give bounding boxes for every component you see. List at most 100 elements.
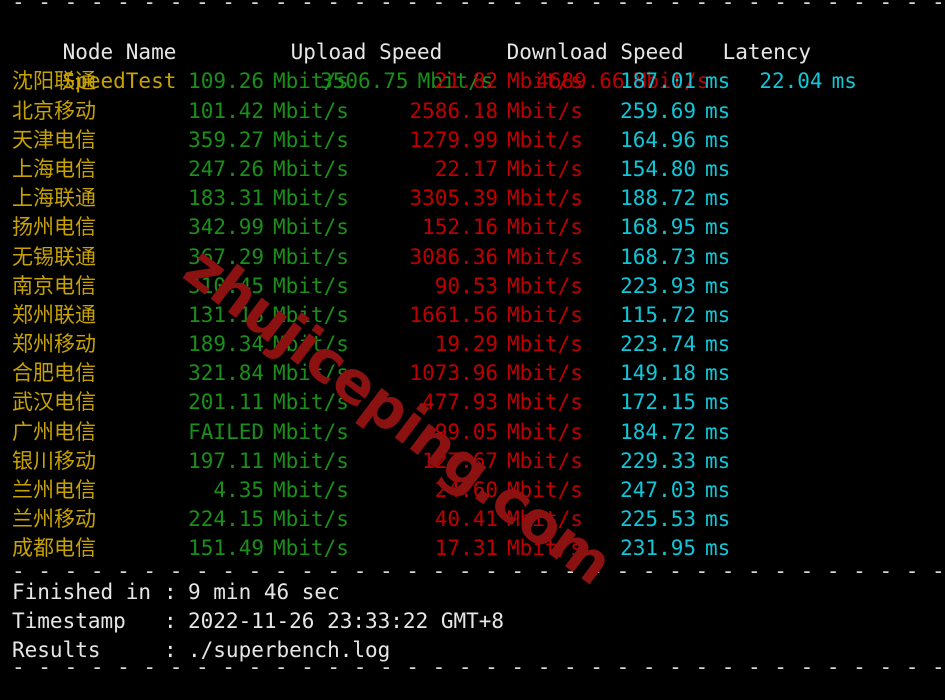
download-speed-value: 21.82 xyxy=(434,69,498,94)
download-speed: 22.17 Mbit/s xyxy=(380,155,596,184)
upload-speed: 4.35 Mbit/s xyxy=(164,476,380,505)
latency-unit: ms xyxy=(705,448,731,473)
node-name-cell: 兰州移动 xyxy=(12,507,96,532)
latency-value: 164.96 xyxy=(620,127,696,152)
download-speed: 40.41 Mbit/s xyxy=(380,505,596,534)
upload-speed-value: 131.18 xyxy=(188,302,264,327)
upload-speed-value: 151.49 xyxy=(188,536,264,561)
latency: 223.93 ms xyxy=(596,272,756,301)
footer-row: Timestamp:2022-11-26 23:33:22 GMT+8 xyxy=(0,607,945,636)
latency-unit: ms xyxy=(705,419,731,444)
speed-unit: Mbit/s xyxy=(507,361,583,386)
node-name-cell: 南京电信 xyxy=(12,273,96,298)
speed-unit: Mbit/s xyxy=(507,98,583,123)
speed-unit: Mbit/s xyxy=(273,127,349,152)
footer-colon: : xyxy=(164,579,177,604)
upload-speed-value: 201.11 xyxy=(188,390,264,415)
speed-unit: Mbit/s xyxy=(273,302,349,327)
download-speed-value: 1073.96 xyxy=(409,361,498,386)
download-speed-value: 3086.36 xyxy=(409,244,498,269)
speed-unit: Mbit/s xyxy=(273,332,349,357)
download-speed-value: 40.41 xyxy=(434,507,498,532)
upload-speed: 224.15 Mbit/s xyxy=(164,505,380,534)
latency: 231.95 ms xyxy=(596,534,756,563)
footer-colon: : xyxy=(164,608,177,633)
table-row: 天津电信 359.27 Mbit/s 1279.99 Mbit/s 164.96 ms xyxy=(0,126,945,155)
download-speed-value: 90.53 xyxy=(434,273,498,298)
speed-unit: Mbit/s xyxy=(273,507,349,532)
latency: 172.15 ms xyxy=(596,388,756,417)
download-speed-value: 477.93 xyxy=(422,390,498,415)
latency: 187.01 ms xyxy=(596,67,756,96)
footer-value: 9 min 46 sec xyxy=(188,579,340,604)
download-speed: 1073.96 Mbit/s xyxy=(380,359,596,388)
table-row: 广州电信 FAILED Mbit/s 99.05 Mbit/s 184.72 ms xyxy=(0,418,945,447)
upload-speed-value: 197.11 xyxy=(188,448,264,473)
download-speed-value: 99.05 xyxy=(434,419,498,444)
latency: 247.03 ms xyxy=(596,476,756,505)
latency-unit: ms xyxy=(705,536,731,561)
node-name-cell: 成都电信 xyxy=(12,536,96,561)
latency-unit: ms xyxy=(705,98,731,123)
speed-unit: Mbit/s xyxy=(507,186,583,211)
upload-speed-value: 109.26 xyxy=(188,69,264,94)
download-speed-value: 22.17 xyxy=(434,156,498,181)
upload-speed-value: 367.29 xyxy=(188,244,264,269)
latency-value: 231.95 xyxy=(620,536,696,561)
latency: 184.72 ms xyxy=(596,418,756,447)
latency: 168.73 ms xyxy=(596,243,756,272)
summary-footer: Finished in:9 min 46 sec Timestamp:2022-1… xyxy=(0,578,945,666)
download-speed: 90.53 Mbit/s xyxy=(380,272,596,301)
footer-row: Finished in:9 min 46 sec xyxy=(0,578,945,607)
table-row: 郑州移动 189.34 Mbit/s 19.29 Mbit/s 223.74 ms xyxy=(0,330,945,359)
node-name-cell: 上海联通 xyxy=(12,186,96,211)
latency-unit: ms xyxy=(705,127,731,152)
latency-value: 172.15 xyxy=(620,390,696,415)
footer-colon: : xyxy=(164,637,177,662)
latency-value: 168.95 xyxy=(620,215,696,240)
separator-middle: - - - - - - - - - - - - - - - - - - - - … xyxy=(12,563,945,578)
latency: 223.74 ms xyxy=(596,330,756,359)
upload-speed-value: 359.27 xyxy=(188,127,264,152)
table-row: 沈阳联通 109.26 Mbit/s 21.82 Mbit/s 187.01 ms xyxy=(0,67,945,96)
latency-unit: ms xyxy=(705,361,731,386)
latency-value: 188.72 xyxy=(620,186,696,211)
speed-unit: Mbit/s xyxy=(507,390,583,415)
upload-speed-value: 189.34 xyxy=(188,332,264,357)
node-name-cell: 北京移动 xyxy=(12,98,96,123)
latency-unit: ms xyxy=(705,273,731,298)
download-speed: 3305.39 Mbit/s xyxy=(380,184,596,213)
speed-unit: Mbit/s xyxy=(273,361,349,386)
upload-speed: 109.26 Mbit/s xyxy=(164,67,380,96)
latency-unit: ms xyxy=(705,478,731,502)
upload-speed-value: 183.31 xyxy=(188,186,264,211)
download-speed-value: 152.16 xyxy=(422,215,498,240)
speed-unit: Mbit/s xyxy=(273,98,349,123)
table-row: 郑州联通 131.18 Mbit/s 1661.56 Mbit/s 115.72 ms xyxy=(0,301,945,330)
speed-unit: Mbit/s xyxy=(273,156,349,181)
node-name-cell: 沈阳联通 xyxy=(12,69,96,94)
speed-unit: Mbit/s xyxy=(273,215,349,240)
table-row: 南京电信 310.45 Mbit/s 90.53 Mbit/s 223.93 ms xyxy=(0,272,945,301)
download-speed-value: 3305.39 xyxy=(409,186,498,211)
table-row: 银川移动 197.11 Mbit/s 127.67 Mbit/s 229.33 ms xyxy=(0,447,945,476)
upload-speed-value: 310.45 xyxy=(188,273,264,298)
latency: 259.69 ms xyxy=(596,97,756,126)
node-name-cell: 兰州电信 xyxy=(12,478,96,502)
node-name-cell: 合肥电信 xyxy=(12,361,96,386)
upload-speed: 321.84 Mbit/s xyxy=(164,359,380,388)
download-speed-value: 19.29 xyxy=(434,332,498,357)
speed-unit: Mbit/s xyxy=(273,419,349,444)
speed-unit: Mbit/s xyxy=(507,419,583,444)
download-speed-value: 17.31 xyxy=(434,536,498,561)
latency: 164.96 ms xyxy=(596,126,756,155)
latency-unit: ms xyxy=(705,186,731,211)
node-name-cell: 无锡联通 xyxy=(12,244,96,269)
table-row: 兰州电信 4.35 Mbit/s 24.60 Mbit/s 247.03 ms xyxy=(0,476,945,505)
download-speed-value: 1279.99 xyxy=(409,127,498,152)
terminal-window: - - - - - - - - - - - - - - - - - - - - … xyxy=(0,0,945,700)
node-name-cell: 扬州电信 xyxy=(12,215,96,240)
upload-speed-value: 321.84 xyxy=(188,361,264,386)
latency-value: 259.69 xyxy=(620,98,696,123)
latency-unit: ms xyxy=(705,390,731,415)
